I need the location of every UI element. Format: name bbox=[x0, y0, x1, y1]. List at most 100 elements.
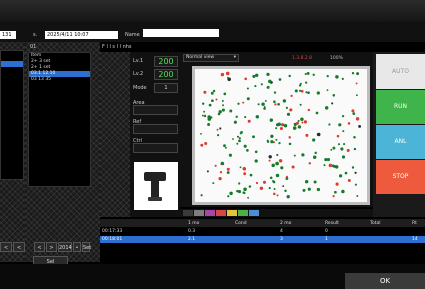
inspection-dot bbox=[296, 121, 299, 125]
inspection-dot bbox=[244, 116, 247, 119]
inspection-dot bbox=[212, 89, 216, 93]
inspection-dot bbox=[254, 159, 258, 163]
inspection-dot bbox=[248, 185, 252, 188]
inspection-dot bbox=[243, 192, 246, 195]
inspection-dot bbox=[202, 102, 205, 105]
mode-select[interactable]: 1 bbox=[154, 83, 178, 93]
inspection-view[interactable] bbox=[192, 66, 370, 205]
inspection-dot bbox=[353, 136, 356, 139]
zoom-readout: 100% bbox=[330, 56, 343, 61]
auto-button[interactable]: AUTO bbox=[376, 54, 425, 89]
inspection-dot bbox=[283, 123, 288, 128]
color-swatch[interactable] bbox=[194, 210, 204, 216]
inspection-dot bbox=[290, 94, 293, 98]
inspection-dot bbox=[207, 123, 211, 126]
item-list[interactable]: Item 2+ 3 set 2+ 1 set 03.1 12.10 03 13 … bbox=[28, 52, 91, 187]
ok-button[interactable]: OK bbox=[345, 273, 425, 289]
inspection-dot bbox=[285, 177, 289, 180]
header-bar: 131 s. 2025/4/11 10:07 Name bbox=[0, 22, 425, 42]
count-button[interactable]: 2014 bbox=[58, 242, 72, 252]
left-next-button[interactable]: < bbox=[13, 242, 25, 252]
view-dropdown[interactable]: Normal view ▾ bbox=[183, 54, 239, 62]
inspection-dot bbox=[263, 106, 266, 108]
inspection-dot bbox=[243, 187, 247, 192]
inspection-dot bbox=[312, 138, 316, 142]
inspection-dot bbox=[229, 191, 233, 196]
chevron-down-icon: ▾ bbox=[233, 55, 236, 60]
date-prefix-label: s. bbox=[33, 32, 38, 38]
prev-button[interactable]: < bbox=[34, 242, 45, 252]
inspection-dot bbox=[203, 114, 207, 118]
inspection-dot bbox=[326, 74, 329, 78]
inspection-dot bbox=[273, 91, 277, 94]
inspection-dot bbox=[269, 118, 274, 122]
inspection-dot bbox=[246, 97, 250, 101]
dot-button[interactable]: • bbox=[73, 242, 81, 252]
inspection-dot bbox=[282, 185, 285, 188]
footer-bar: OK bbox=[0, 264, 425, 289]
color-swatch[interactable] bbox=[227, 210, 237, 216]
left-list[interactable] bbox=[0, 50, 24, 180]
table-row-selected[interactable]: 00:18:01 2.1 3 1 14 bbox=[100, 236, 425, 243]
color-swatch[interactable] bbox=[216, 210, 226, 216]
set-button[interactable]: Set bbox=[82, 242, 91, 252]
inspection-dot bbox=[216, 128, 219, 131]
ref-field[interactable]: 131 bbox=[0, 31, 16, 39]
results-table[interactable]: 1 mo Cond 2 mo Result Total Rt 00:17:33 … bbox=[100, 219, 425, 264]
middle-panel-label: 01 bbox=[30, 44, 37, 50]
date-field[interactable]: 2025/4/11 10:07 bbox=[45, 31, 118, 39]
inspection-dot bbox=[300, 89, 304, 93]
inspection-dot bbox=[247, 119, 251, 123]
inspection-dot bbox=[269, 176, 273, 180]
inspection-dot bbox=[307, 91, 310, 95]
inspection-dot bbox=[300, 117, 304, 122]
inspection-dot bbox=[344, 171, 348, 175]
inspection-dot bbox=[232, 138, 234, 140]
table-row[interactable]: 00:17:33 0.3 4 0 bbox=[100, 228, 425, 235]
inspection-dot bbox=[286, 112, 291, 116]
inspection-dot bbox=[273, 100, 276, 103]
inspection-dot bbox=[314, 151, 317, 155]
analyze-button[interactable]: ANL bbox=[376, 125, 425, 159]
field-a-input[interactable] bbox=[133, 105, 178, 115]
inspection-dot bbox=[243, 144, 247, 148]
inspection-dot bbox=[340, 147, 344, 151]
stop-button[interactable]: STOP bbox=[376, 160, 425, 194]
inspection-dot bbox=[274, 103, 277, 106]
inspection-dot bbox=[268, 79, 272, 84]
color-swatch[interactable] bbox=[183, 210, 193, 216]
inspection-dot bbox=[272, 180, 274, 182]
left-panel: < < bbox=[0, 42, 25, 262]
value1-field[interactable]: 200 bbox=[154, 56, 178, 67]
inspection-dot bbox=[271, 163, 275, 168]
inspection-dot bbox=[305, 81, 308, 84]
inspection-dot bbox=[307, 187, 311, 191]
inspection-dot bbox=[224, 146, 227, 149]
inspection-dot bbox=[200, 133, 202, 135]
run-button[interactable]: RUN bbox=[376, 90, 425, 124]
inspection-dot bbox=[208, 103, 212, 107]
inspection-dot bbox=[334, 190, 337, 194]
color-swatch[interactable] bbox=[238, 210, 248, 216]
inspection-dot bbox=[306, 71, 310, 75]
inspection-dot bbox=[220, 161, 225, 166]
left-list-item[interactable] bbox=[1, 61, 23, 67]
cell: 0.3 bbox=[188, 229, 196, 234]
inspection-dot bbox=[233, 120, 237, 124]
inspection-dot bbox=[288, 136, 291, 139]
inspection-dot bbox=[218, 110, 222, 114]
color-swatch[interactable] bbox=[249, 210, 259, 216]
color-swatch[interactable] bbox=[205, 210, 215, 216]
next-button[interactable]: > bbox=[46, 242, 57, 252]
field-b-input[interactable] bbox=[133, 124, 178, 134]
inspection-dot bbox=[264, 99, 267, 102]
inspection-dot bbox=[285, 106, 289, 110]
inspection-dot bbox=[342, 130, 345, 133]
name-input[interactable] bbox=[143, 29, 219, 37]
cell: 00:17:33 bbox=[102, 229, 123, 234]
list-item[interactable]: 03 13 35 bbox=[29, 77, 90, 83]
value2-field[interactable]: 200 bbox=[154, 69, 178, 80]
left-prev-button[interactable]: < bbox=[0, 242, 12, 252]
field-c-input[interactable] bbox=[133, 143, 178, 153]
inspection-dot bbox=[203, 90, 207, 94]
